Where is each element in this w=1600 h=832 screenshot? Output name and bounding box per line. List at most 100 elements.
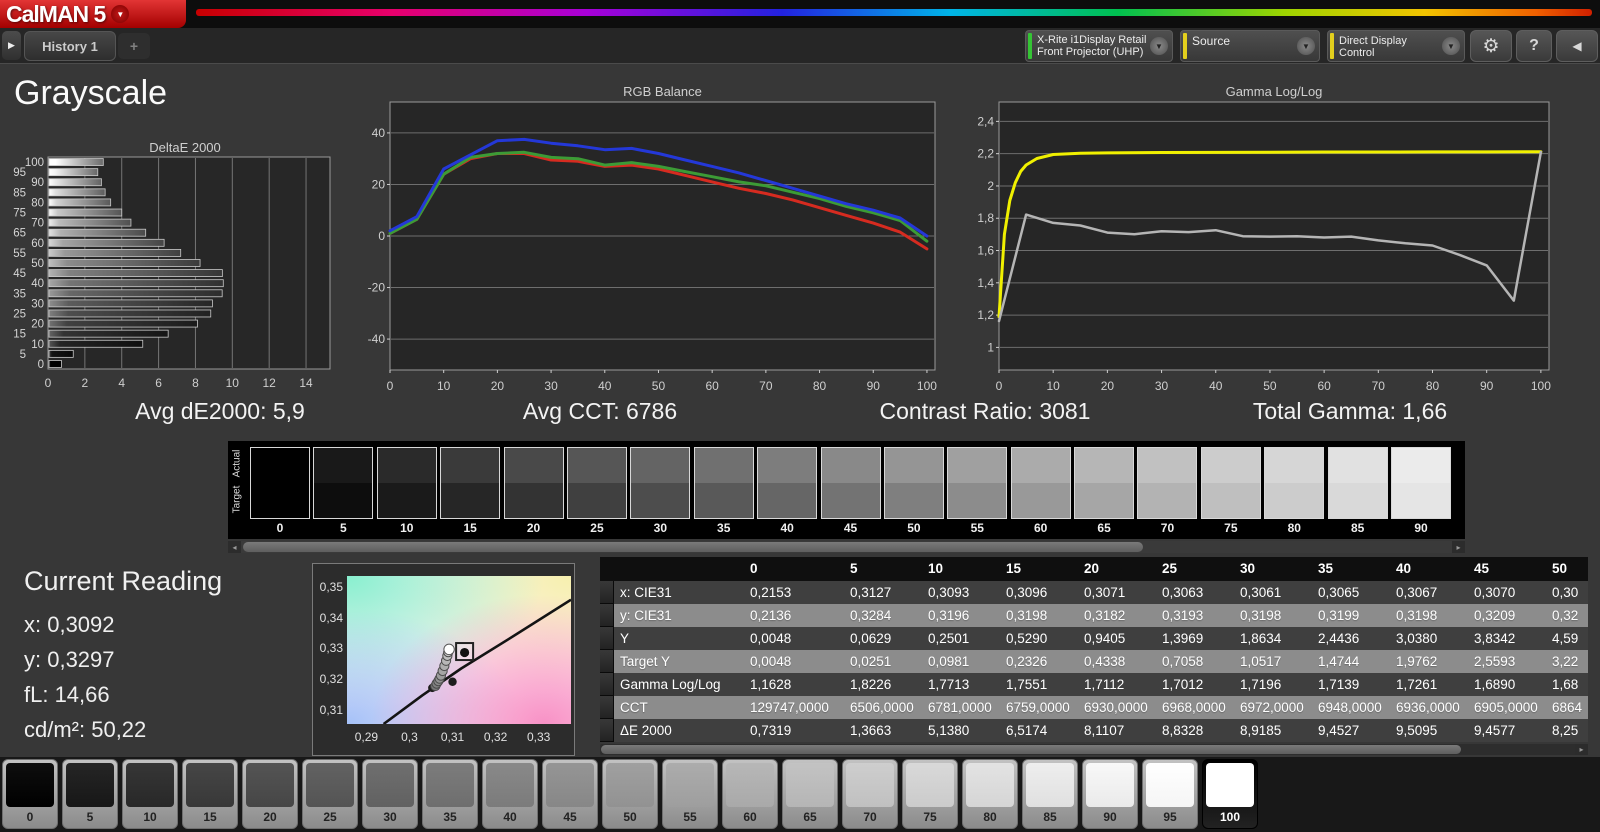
table-cell: 0,0251 <box>842 650 920 673</box>
pattern-level-button-65[interactable]: 65 <box>782 759 838 829</box>
app-menu-caret-icon[interactable]: ▼ <box>111 5 130 23</box>
meter-dropdown[interactable]: X-Rite i1Display Retail Front Projector (… <box>1025 30 1173 62</box>
table-cell: 5,1380 <box>920 719 998 742</box>
display-control-dropdown-label: Direct Display Control <box>1339 35 1407 59</box>
pattern-level-button-25[interactable]: 25 <box>302 759 358 829</box>
tab-history-1[interactable]: History 1 <box>24 31 116 61</box>
pattern-level-button-50[interactable]: 50 <box>602 759 658 829</box>
gray-swatch-25: 25 <box>566 447 627 535</box>
pattern-level-button-30[interactable]: 30 <box>362 759 418 829</box>
row-selector[interactable] <box>600 696 614 719</box>
measurement-table: 0 5 10 15 20 25 30 35 40 45 50 x: CIE31 0,2153 0,3127… <box>600 557 1588 742</box>
settings-button[interactable]: ⚙ <box>1470 30 1512 62</box>
row-selector[interactable] <box>600 719 614 742</box>
svg-text:12: 12 <box>262 376 276 390</box>
pattern-level-button-60[interactable]: 60 <box>722 759 778 829</box>
table-cell: 0,3193 <box>1154 604 1232 627</box>
row-selector[interactable] <box>600 673 614 696</box>
pattern-level-button-10[interactable]: 10 <box>122 759 178 829</box>
strip-scrollbar-thumb[interactable] <box>243 542 1143 552</box>
pattern-level-button-100[interactable]: 100 <box>1202 759 1258 829</box>
row-selector[interactable] <box>600 650 614 673</box>
table-cell: 6506,0000 <box>842 696 920 719</box>
table-scrollbar[interactable]: ▸ <box>600 744 1588 755</box>
svg-text:70: 70 <box>1372 379 1386 393</box>
meter-status-bar <box>1028 33 1032 59</box>
pattern-level-button-35[interactable]: 35 <box>422 759 478 829</box>
scroll-left-icon[interactable]: ◂ <box>228 541 241 553</box>
table-cell: 0,3198 <box>1388 604 1466 627</box>
swatch-target <box>567 483 626 518</box>
svg-text:60: 60 <box>1317 379 1331 393</box>
pattern-level-button-75[interactable]: 75 <box>902 759 958 829</box>
title-bar: CalMAN 5 ▼ <box>0 0 1600 28</box>
add-tab-button[interactable]: + <box>118 33 150 59</box>
row-selector[interactable] <box>600 627 614 650</box>
pattern-level-button-20[interactable]: 20 <box>242 759 298 829</box>
swatch-level-label: 65 <box>1097 521 1111 535</box>
table-cell: 6930,0000 <box>1076 696 1154 719</box>
swatch-target <box>377 483 436 518</box>
table-cell: 1,3663 <box>842 719 920 742</box>
table-scrollbar-thumb[interactable] <box>601 745 1461 754</box>
table-row: Y 0,0048 0,0629 0,2501 0,5290 0,9405 1,3969 1,8… <box>600 627 1588 650</box>
svg-text:55: 55 <box>13 248 26 260</box>
pattern-level-button-45[interactable]: 45 <box>542 759 598 829</box>
table-cell: 1,7012 <box>1154 673 1232 696</box>
row-selector[interactable] <box>600 604 614 627</box>
gray-swatch-65: 65 <box>1074 447 1135 535</box>
row-selector[interactable] <box>600 581 614 604</box>
pattern-level-button-55[interactable]: 55 <box>662 759 718 829</box>
swatch-level-label: 35 <box>717 521 731 535</box>
table-cell: 0 <box>742 557 842 581</box>
collapse-panel-button[interactable]: ◀ <box>1556 30 1598 62</box>
svg-text:20: 20 <box>491 379 505 393</box>
scroll-right-icon[interactable]: ▸ <box>1452 541 1465 553</box>
table-cell: 0,2326 <box>998 650 1076 673</box>
tab-scroll-button[interactable]: ▶ <box>2 31 21 60</box>
swatch-actual <box>1328 448 1387 483</box>
pattern-swatch <box>786 763 834 807</box>
table-cell: 1,7112 <box>1076 673 1154 696</box>
pattern-level-button-90[interactable]: 90 <box>1082 759 1138 829</box>
gamma-chart-title: Gamma Log/Log <box>1225 84 1323 99</box>
table-cell: 6905,0000 <box>1466 696 1544 719</box>
table-cell: 15 <box>998 557 1076 581</box>
svg-text:30: 30 <box>1155 379 1169 393</box>
app-logo[interactable]: CalMAN 5 ▼ <box>0 0 186 28</box>
scroll-right-icon[interactable]: ▸ <box>1575 744 1588 755</box>
pattern-level-button-95[interactable]: 95 <box>1142 759 1198 829</box>
pattern-level-button-80[interactable]: 80 <box>962 759 1018 829</box>
table-cell: 1,7139 <box>1310 673 1388 696</box>
app-logo-text: CalMAN 5 <box>6 0 106 27</box>
page-title: Grayscale <box>14 74 168 112</box>
swatch-level-label: 70 <box>1160 521 1175 535</box>
strip-scrollbar[interactable]: ◂ ▸ <box>228 541 1465 553</box>
pattern-level-button-40[interactable]: 40 <box>482 759 538 829</box>
table-cell: 0,3209 <box>1466 604 1544 627</box>
gray-swatch-5: 5 <box>313 447 374 535</box>
display-control-dropdown[interactable]: Direct Display Control ▼ <box>1327 30 1465 62</box>
pattern-level-button-5[interactable]: 5 <box>62 759 118 829</box>
pattern-swatch <box>306 763 354 807</box>
pattern-level-button-0[interactable]: 0 <box>2 759 58 829</box>
gray-swatch-55: 55 <box>947 447 1008 535</box>
svg-text:20: 20 <box>372 177 386 191</box>
pattern-level-button-15[interactable]: 15 <box>182 759 238 829</box>
swatch-actual <box>1201 448 1260 483</box>
svg-text:1: 1 <box>987 340 994 354</box>
cie-x-tick: 0,32 <box>483 730 508 744</box>
pattern-level-button-70[interactable]: 70 <box>842 759 898 829</box>
svg-text:80: 80 <box>31 197 44 209</box>
source-dropdown[interactable]: Source ▼ <box>1180 30 1320 62</box>
help-button[interactable]: ? <box>1516 30 1552 62</box>
table-cell: 0,3127 <box>842 581 920 604</box>
table-cell: 0,3093 <box>920 581 998 604</box>
pattern-swatch <box>126 763 174 807</box>
pattern-level-label: 15 <box>203 810 217 824</box>
pattern-level-label: 60 <box>743 810 757 824</box>
svg-text:30: 30 <box>544 379 558 393</box>
table-cell: 6759,0000 <box>998 696 1076 719</box>
pattern-swatch <box>246 763 294 807</box>
pattern-level-button-85[interactable]: 85 <box>1022 759 1078 829</box>
